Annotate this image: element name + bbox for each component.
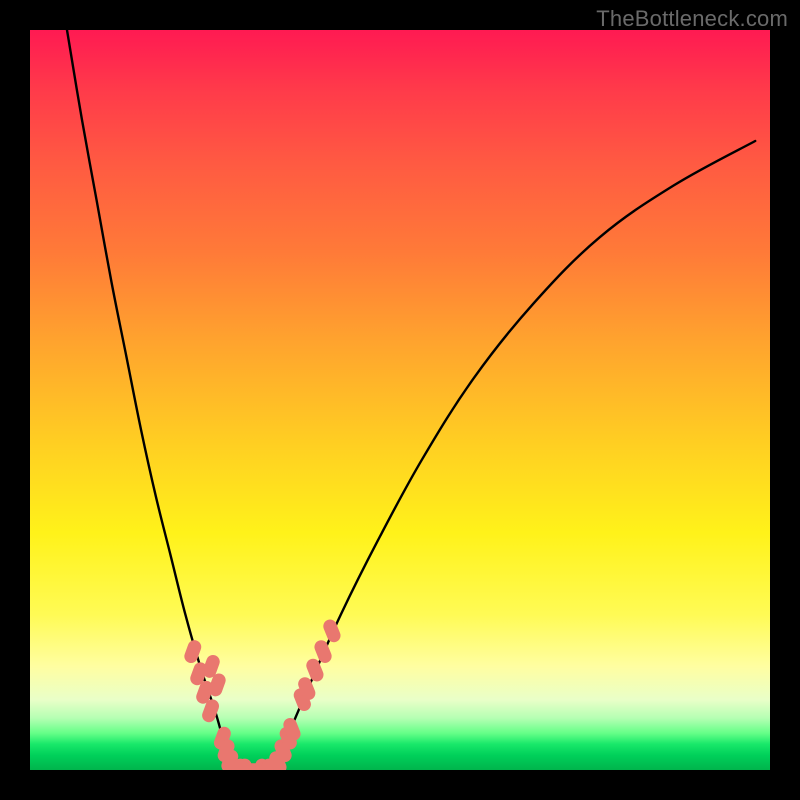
watermark-text: TheBottleneck.com: [596, 6, 788, 32]
curves-svg: [30, 30, 770, 770]
marker-left-markers-0: [182, 638, 203, 665]
marker-right-markers-10: [321, 618, 342, 645]
plot-area: [30, 30, 770, 770]
curve-markers: [182, 618, 342, 770]
curve-lines: [67, 30, 755, 770]
chart-stage: TheBottleneck.com: [0, 0, 800, 800]
series-right-curve: [274, 141, 755, 770]
